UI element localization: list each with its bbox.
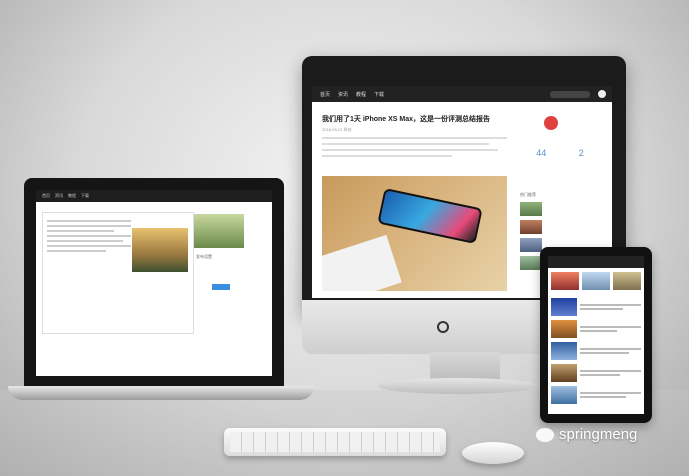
list-item[interactable] bbox=[551, 342, 641, 360]
side-list bbox=[520, 202, 542, 270]
nav-item[interactable]: 首页 bbox=[42, 193, 50, 199]
tablet-list bbox=[551, 298, 641, 408]
article-header: 我们用了1天 iPhone XS Max，这是一份评测总结报告 2018-09-… bbox=[322, 114, 507, 157]
laptop-nav-bar: 首页 资讯 教程 下载 bbox=[36, 190, 272, 202]
side-thumb[interactable] bbox=[520, 238, 542, 252]
text-line bbox=[322, 155, 452, 157]
laptop-screen: 首页 资讯 教程 下载 发布设置 bbox=[36, 190, 272, 376]
imac-nav-bar: 首页 资讯 教程 下载 bbox=[312, 86, 612, 102]
nav-item[interactable]: 下载 bbox=[81, 193, 89, 199]
phone-in-photo bbox=[377, 187, 483, 245]
search-input[interactable] bbox=[550, 90, 590, 98]
sidebar-label: 发布设置 bbox=[196, 254, 212, 259]
text-line bbox=[47, 240, 123, 242]
tablet-screen bbox=[548, 256, 644, 414]
mouse bbox=[462, 442, 524, 464]
nav-item[interactable]: 教程 bbox=[68, 193, 76, 199]
tablet-nav-bar bbox=[548, 256, 644, 268]
side-thumb[interactable] bbox=[520, 256, 542, 270]
text-line bbox=[47, 250, 106, 252]
nav-item[interactable]: 教程 bbox=[356, 91, 366, 98]
panda-logo-icon bbox=[544, 116, 558, 130]
text-line bbox=[47, 230, 115, 232]
stat-value: 44 bbox=[536, 148, 547, 158]
publish-button[interactable] bbox=[212, 284, 230, 290]
laptop-base bbox=[8, 386, 314, 400]
watermark: springmeng bbox=[536, 426, 637, 443]
sidebar-photo bbox=[194, 214, 244, 248]
article-photo bbox=[322, 176, 507, 291]
text-line bbox=[47, 220, 131, 222]
keyboard-in-photo bbox=[322, 234, 402, 291]
side-thumb[interactable] bbox=[520, 202, 542, 216]
keyboard bbox=[224, 428, 446, 456]
article-meta: 2018-09-21 科技 bbox=[322, 127, 352, 132]
article-title[interactable]: 我们用了1天 iPhone XS Max，这是一份评测总结报告 bbox=[322, 114, 507, 124]
stats-row: 44 2 bbox=[520, 148, 600, 158]
text-line bbox=[47, 225, 131, 227]
nav-item[interactable]: 下载 bbox=[374, 91, 384, 98]
side-heading: 热门推荐 bbox=[520, 192, 536, 197]
text-line bbox=[322, 149, 498, 151]
banner-thumb[interactable] bbox=[551, 272, 579, 290]
editor-photo bbox=[132, 228, 188, 272]
list-item[interactable] bbox=[551, 298, 641, 316]
text-line bbox=[47, 235, 131, 237]
banner-thumb[interactable] bbox=[582, 272, 610, 290]
imac-foot bbox=[378, 378, 538, 394]
wechat-icon bbox=[536, 427, 554, 442]
keyboard-keys bbox=[230, 432, 440, 452]
tablet-banner bbox=[551, 272, 641, 290]
nav-item[interactable]: 资讯 bbox=[55, 193, 63, 199]
nav-item[interactable]: 首页 bbox=[320, 91, 330, 98]
power-icon[interactable] bbox=[437, 321, 449, 333]
banner-thumb[interactable] bbox=[613, 272, 641, 290]
list-item[interactable] bbox=[551, 386, 641, 404]
list-item[interactable] bbox=[551, 364, 641, 382]
nav-item[interactable]: 资讯 bbox=[338, 91, 348, 98]
text-line bbox=[322, 137, 507, 139]
text-line bbox=[322, 143, 489, 145]
avatar[interactable] bbox=[598, 90, 606, 98]
stat-value: 2 bbox=[578, 148, 584, 158]
watermark-text: springmeng bbox=[559, 426, 638, 443]
list-item[interactable] bbox=[551, 320, 641, 338]
text-line bbox=[47, 245, 131, 247]
side-thumb[interactable] bbox=[520, 220, 542, 234]
